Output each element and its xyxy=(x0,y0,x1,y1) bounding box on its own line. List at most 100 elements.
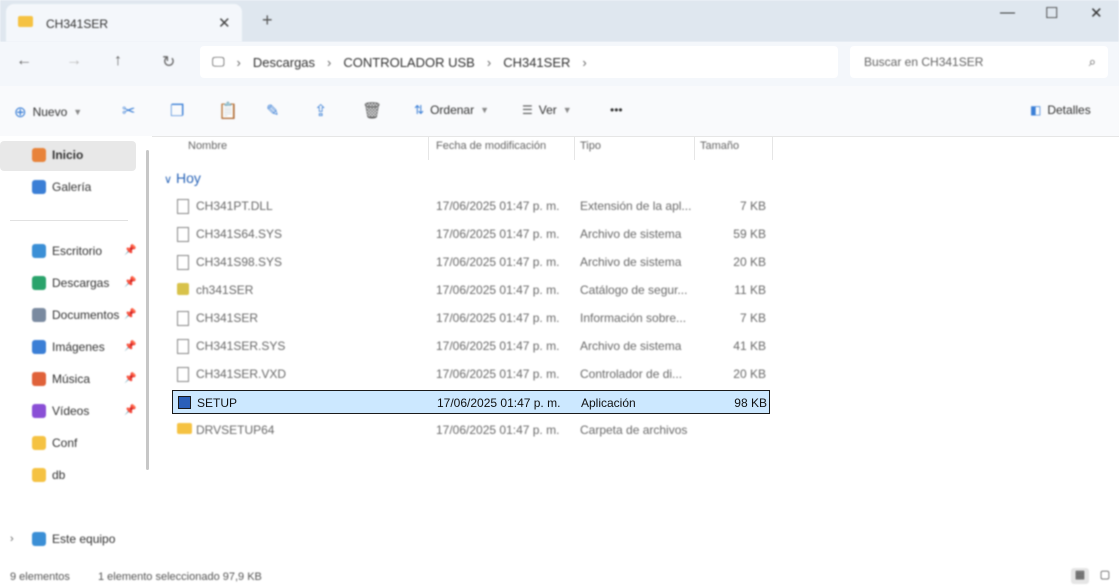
rename-icon[interactable]: ✎ xyxy=(266,101,279,121)
group-header-today[interactable]: ∨ Hoy xyxy=(164,170,201,186)
pin-icon[interactable]: 📌 xyxy=(124,373,136,384)
sidebar-item-label: db xyxy=(52,468,66,482)
file-row[interactable]: DRVSETUP64 17/06/2025 01:47 p. m. Carpeta … xyxy=(172,418,770,442)
videos-icon xyxy=(32,404,46,418)
file-date: 17/06/2025 01:47 p. m. xyxy=(436,339,560,353)
sidebar-item-conf[interactable]: Conf xyxy=(32,436,77,450)
file-name: CH341SER.VXD xyxy=(196,367,287,381)
more-options-button[interactable]: ••• xyxy=(610,103,623,117)
pin-icon[interactable]: 📌 xyxy=(124,405,136,416)
breadcrumb: 🖵 › Descargas › CONTROLADOR USB › CH341S… xyxy=(212,54,587,70)
close-tab-icon[interactable]: ✕ xyxy=(218,14,231,32)
computer-icon[interactable]: 🖵 xyxy=(212,54,225,70)
sidebar-item-vídeos[interactable]: Vídeos xyxy=(32,404,89,418)
sidebar-divider xyxy=(10,220,128,221)
search-box[interactable]: Buscar en CH341SER ⌕ xyxy=(850,46,1108,78)
tab-ch341ser[interactable]: CH341SER ✕ xyxy=(6,4,242,42)
sidebar-item-escritorio[interactable]: Escritorio xyxy=(32,244,102,258)
file-type: Archivo de sistema xyxy=(580,227,682,241)
file-size: 20 KB xyxy=(733,367,766,381)
file-row[interactable]: CH341S98.SYS 17/06/2025 01:47 p. m. Archiv… xyxy=(172,250,770,274)
expand-chevron-icon[interactable]: › xyxy=(10,533,14,545)
breadcrumb-separator[interactable]: › xyxy=(237,55,241,70)
new-tab-button[interactable]: + xyxy=(262,10,273,31)
file-row[interactable]: SETUP 17/06/2025 01:47 p. m. Aplicación 98 … xyxy=(172,390,770,414)
paste-icon[interactable]: 📋 xyxy=(218,101,238,121)
breadcrumb-item[interactable]: Descargas xyxy=(253,55,315,70)
file-icon xyxy=(177,367,189,385)
sidebar-item-label: Este equipo xyxy=(52,532,116,546)
copy-icon[interactable]: ❐ xyxy=(170,101,184,121)
sort-label: Ordenar xyxy=(430,103,475,117)
file-type: Información sobre... xyxy=(580,311,687,325)
file-row[interactable]: CH341S64.SYS 17/06/2025 01:47 p. m. Archiv… xyxy=(172,222,770,246)
sidebar-item-inicio[interactable]: Inicio xyxy=(32,148,83,162)
pin-icon[interactable]: 📌 xyxy=(124,341,136,352)
file-icon xyxy=(177,255,189,273)
file-row[interactable]: ch341SER 17/06/2025 01:47 p. m. Catálogo d… xyxy=(172,278,770,302)
file-type: Catálogo de segur... xyxy=(580,283,688,297)
details-button[interactable]: ◧ Detalles xyxy=(1030,103,1091,117)
file-row[interactable]: CH341SER 17/06/2025 01:47 p. m. Informació… xyxy=(172,306,770,330)
sidebar-item-label: Inicio xyxy=(52,148,84,162)
new-button[interactable]: ⊕ Nuevo ▼ xyxy=(14,103,82,121)
sidebar-item-este-equipo[interactable]: Este equipo xyxy=(32,532,115,546)
file-row[interactable]: CH341PT.DLL 17/06/2025 01:47 p. m. Extensi… xyxy=(172,194,770,218)
forward-button[interactable]: → xyxy=(66,52,82,70)
file-size: 7 KB xyxy=(739,199,766,213)
minimize-button[interactable]: — xyxy=(1000,4,1015,21)
back-button[interactable]: ← xyxy=(16,52,32,70)
breadcrumb-item[interactable]: CH341SER xyxy=(503,55,570,70)
sidebar-item-descargas[interactable]: Descargas xyxy=(32,276,109,290)
delete-icon[interactable]: 🗑 xyxy=(362,101,382,121)
sidebar-item-label: Vídeos xyxy=(52,404,90,418)
close-window-button[interactable]: ✕ xyxy=(1090,4,1103,22)
maximize-button[interactable]: ☐ xyxy=(1045,4,1058,22)
sidebar-item-música[interactable]: Música xyxy=(32,372,90,386)
setup-icon xyxy=(178,396,191,412)
file-size: 98 KB xyxy=(734,396,767,410)
search-input[interactable]: Buscar en CH341SER xyxy=(864,55,983,69)
sidebar-item-galería[interactable]: Galería xyxy=(32,180,91,194)
column-header-size[interactable]: Tamaño xyxy=(700,140,739,152)
cut-icon[interactable]: ✂ xyxy=(122,101,135,121)
pin-icon[interactable]: 📌 xyxy=(124,245,136,256)
details-view-icon[interactable]: ▦ xyxy=(1071,568,1089,584)
file-size: 11 KB xyxy=(734,283,766,297)
file-date: 17/06/2025 01:47 p. m. xyxy=(436,227,560,241)
view-button[interactable]: ☰ Ver ▼ xyxy=(522,103,572,117)
breadcrumb-item[interactable]: CONTROLADOR USB xyxy=(343,55,474,70)
file-type: Controlador de di... xyxy=(580,367,683,381)
file-name: SETUP xyxy=(197,396,238,410)
file-name: CH341S98.SYS xyxy=(196,255,283,269)
breadcrumb-separator[interactable]: › xyxy=(327,55,331,70)
file-date: 17/06/2025 01:47 p. m. xyxy=(436,199,560,213)
file-name: CH341SER xyxy=(196,311,259,325)
share-icon[interactable]: ⇪ xyxy=(314,101,327,121)
sidebar-item-imágenes[interactable]: Imágenes xyxy=(32,340,105,354)
sidebar-item-db[interactable]: db xyxy=(32,468,65,482)
large-icons-view-icon[interactable]: ▢ xyxy=(1096,568,1114,584)
file-row[interactable]: CH341SER.VXD 17/06/2025 01:47 p. m. Contro… xyxy=(172,362,770,386)
sort-button[interactable]: ⇅ Ordenar ▼ xyxy=(414,103,489,117)
refresh-button[interactable]: ↻ xyxy=(162,52,175,72)
breadcrumb-separator[interactable]: › xyxy=(582,55,586,70)
column-divider[interactable] xyxy=(694,136,695,160)
pin-icon[interactable]: 📌 xyxy=(124,309,136,320)
pin-icon[interactable]: 📌 xyxy=(124,277,136,288)
file-row[interactable]: CH341SER.SYS 17/06/2025 01:47 p. m. Archiv… xyxy=(172,334,770,358)
column-divider[interactable] xyxy=(772,136,773,160)
column-divider[interactable] xyxy=(428,136,429,160)
gallery-icon xyxy=(32,180,46,194)
sidebar-item-documentos[interactable]: Documentos xyxy=(32,308,119,322)
up-button[interactable]: ↑ xyxy=(114,52,122,70)
column-header-type[interactable]: Tipo xyxy=(580,140,601,152)
column-divider[interactable] xyxy=(574,136,575,160)
file-date: 17/06/2025 01:47 p. m. xyxy=(437,396,561,410)
computer-icon xyxy=(32,532,46,546)
column-header-name[interactable]: Nombre xyxy=(188,140,227,152)
sidebar-item-label: Documentos xyxy=(52,308,120,322)
breadcrumb-separator[interactable]: › xyxy=(487,55,491,70)
column-header-date[interactable]: Fecha de modificación xyxy=(436,140,546,152)
sidebar-scrollbar[interactable] xyxy=(146,150,149,470)
